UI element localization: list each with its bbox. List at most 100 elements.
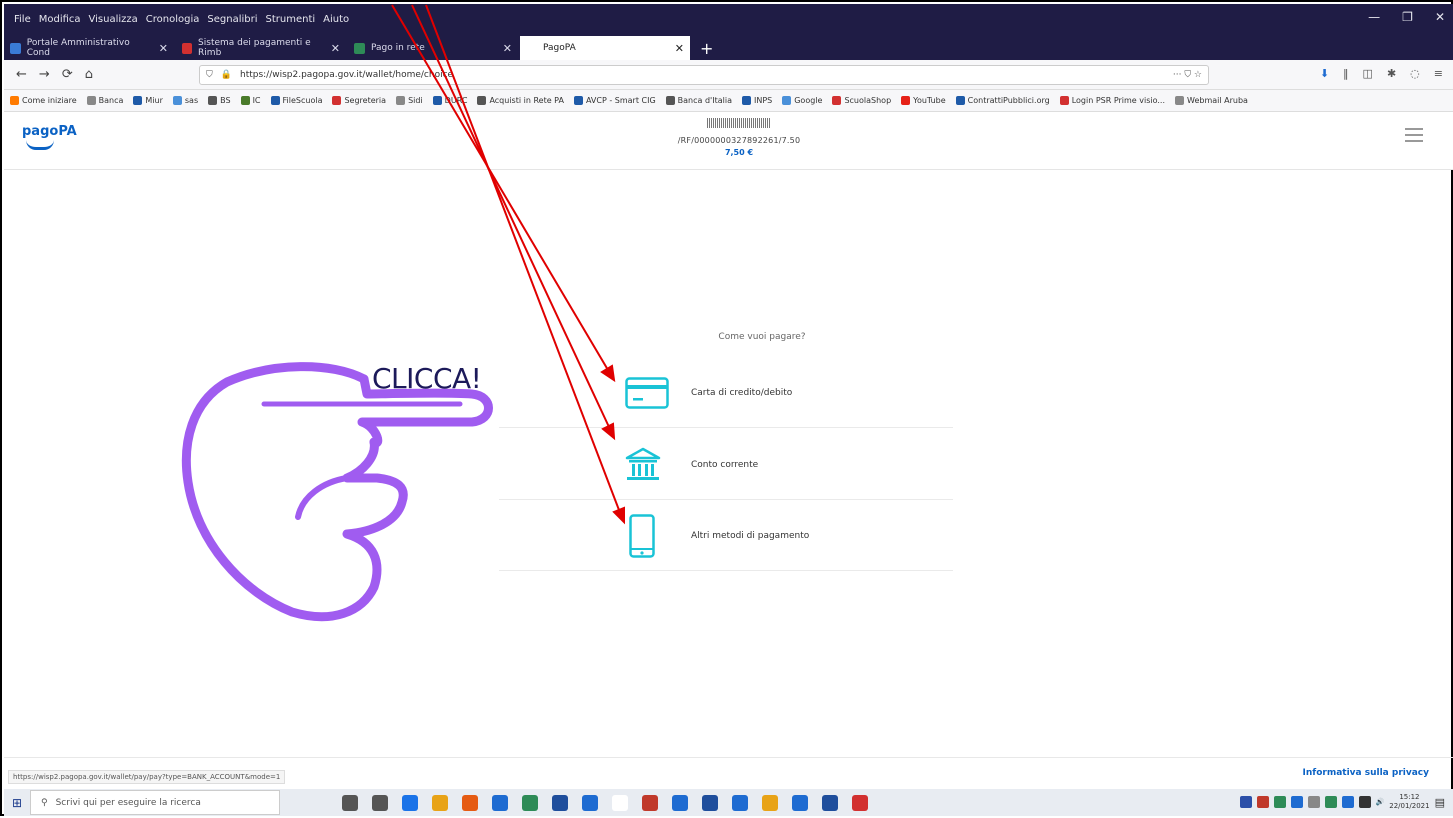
- browser-tab[interactable]: Portale Amministrativo Cond ✕: [4, 36, 174, 60]
- taskbar-app-icon[interactable]: [852, 794, 868, 811]
- browser-tab[interactable]: Sistema dei pagamenti e Rimb ✕: [176, 36, 346, 60]
- hamburger-menu-icon[interactable]: [1405, 128, 1423, 142]
- page-header: pagoPA /RF/0000000327892261/7.50 7,50 €: [4, 112, 1453, 170]
- clock-date: 22/01/2021: [1389, 802, 1430, 810]
- tab-favicon-icon: [526, 42, 537, 54]
- download-icon[interactable]: ⬇: [1320, 67, 1329, 80]
- reload-icon[interactable]: ⟳: [62, 67, 73, 82]
- bookmark-item[interactable]: Banca: [86, 96, 124, 105]
- back-icon[interactable]: ←: [16, 67, 27, 82]
- tab-close-icon[interactable]: ✕: [331, 42, 340, 55]
- taskbar-app-icon[interactable]: [822, 794, 838, 811]
- app-menu-icon[interactable]: ≡: [1434, 67, 1443, 80]
- taskbar-search[interactable]: ⚲ Scrivi qui per eseguire la ricerca: [30, 790, 280, 815]
- method-label: Carta di credito/debito: [691, 387, 793, 398]
- account-icon[interactable]: ◌: [1410, 67, 1420, 80]
- maximize-icon[interactable]: ❐: [1402, 10, 1413, 24]
- menu-item[interactable]: Aiuto: [323, 14, 349, 25]
- bookmark-item[interactable]: Miur: [133, 96, 163, 105]
- credit-card-icon: [625, 376, 669, 409]
- menu-item[interactable]: File: [14, 14, 31, 25]
- volume-icon[interactable]: 🔊: [1376, 798, 1385, 806]
- browser-tab[interactable]: PagoPA ✕: [520, 36, 690, 60]
- bookmark-favicon-icon: [1175, 96, 1184, 105]
- bookmark-item[interactable]: Google: [782, 96, 822, 105]
- bookmark-item[interactable]: AVCP - Smart CIG: [573, 96, 656, 105]
- bookmark-item[interactable]: FileScuola: [270, 96, 322, 105]
- bookmark-item[interactable]: Webmail Aruba: [1175, 96, 1248, 105]
- bookmark-label: Google: [794, 96, 823, 105]
- menu-item[interactable]: Visualizza: [89, 14, 138, 25]
- bookmark-item[interactable]: Sidi: [396, 96, 423, 105]
- tab-close-icon[interactable]: ✕: [159, 42, 168, 55]
- tray-icon[interactable]: [1324, 796, 1337, 808]
- taskbar-app-icon[interactable]: [672, 794, 688, 811]
- footer-divider: [4, 757, 1453, 758]
- taskbar-app-icon[interactable]: [702, 794, 718, 811]
- taskbar-app-icon[interactable]: [402, 794, 418, 811]
- tray-icon[interactable]: [1358, 796, 1371, 808]
- taskbar-app-icon[interactable]: [432, 794, 448, 811]
- bookmark-item[interactable]: Banca d'Italia: [665, 96, 732, 105]
- payment-summary: /RF/0000000327892261/7.50 7,50 €: [644, 118, 834, 157]
- taskbar-app-icon[interactable]: [462, 794, 478, 811]
- browser-tab[interactable]: Pago in rete ✕: [348, 36, 518, 60]
- bookmark-item[interactable]: Segreteria: [332, 96, 386, 105]
- privacy-link[interactable]: Informativa sulla privacy: [1303, 768, 1429, 778]
- taskbar-app-icon[interactable]: [732, 794, 748, 811]
- home-icon[interactable]: ⌂: [85, 67, 93, 82]
- tray-icon[interactable]: [1307, 796, 1320, 808]
- url-actions[interactable]: ··· ⛉ ☆: [1173, 70, 1202, 80]
- taskbar-app-icon[interactable]: [522, 794, 538, 811]
- menu-item[interactable]: Strumenti: [266, 14, 316, 25]
- bookmark-item[interactable]: IC: [240, 96, 261, 105]
- menu-item[interactable]: Modifica: [39, 14, 81, 25]
- sidebar-icon[interactable]: ◫: [1363, 67, 1373, 80]
- bookmark-item[interactable]: YouTube: [901, 96, 946, 105]
- tab-close-icon[interactable]: ✕: [675, 42, 684, 55]
- pagopa-logo[interactable]: pagoPA: [22, 124, 77, 150]
- bookmark-item[interactable]: ContrattiPubblici.org: [955, 96, 1050, 105]
- bookmark-favicon-icon: [86, 96, 96, 105]
- taskbar-app-icon[interactable]: [582, 794, 598, 811]
- tray-icon[interactable]: [1256, 796, 1269, 808]
- taskbar-app-icon[interactable]: [342, 794, 358, 811]
- minimize-icon[interactable]: —: [1368, 10, 1380, 24]
- extension-icon[interactable]: ✱: [1387, 67, 1396, 80]
- taskbar-app-icon[interactable]: [792, 794, 808, 811]
- bookmark-item[interactable]: Acquisti in Rete PA: [477, 96, 564, 105]
- tab-close-icon[interactable]: ✕: [503, 42, 512, 55]
- bookmark-item[interactable]: BS: [208, 96, 231, 105]
- bookmark-item[interactable]: INPS: [741, 96, 772, 105]
- windows-start-icon[interactable]: ⊞: [4, 796, 30, 810]
- taskbar-app-icon[interactable]: [642, 794, 658, 811]
- method-bank-account[interactable]: Conto corrente: [499, 430, 953, 500]
- bookmark-item[interactable]: sas: [172, 96, 198, 105]
- bookmark-item[interactable]: Come iniziare: [10, 96, 77, 105]
- taskbar-app-icon[interactable]: [492, 794, 508, 811]
- close-window-icon[interactable]: ✕: [1435, 10, 1445, 24]
- bookmark-item[interactable]: ScuolaShop: [832, 96, 891, 105]
- tray-icon[interactable]: [1341, 796, 1354, 808]
- method-credit-card[interactable]: Carta di credito/debito: [499, 358, 953, 428]
- bookmark-item[interactable]: DURC: [432, 96, 467, 105]
- method-other[interactable]: Altri metodi di pagamento: [499, 501, 953, 571]
- taskbar-app-icon[interactable]: [762, 794, 778, 811]
- tray-icon[interactable]: [1239, 796, 1252, 808]
- forward-icon[interactable]: →: [39, 67, 50, 82]
- library-icon[interactable]: ‖: [1343, 67, 1349, 80]
- taskbar-app-icon[interactable]: [372, 794, 388, 811]
- notifications-icon[interactable]: ▤: [1435, 796, 1445, 809]
- bookmark-label: Banca: [98, 96, 124, 105]
- taskbar-clock[interactable]: 15:12 22/01/2021: [1389, 793, 1429, 811]
- new-tab-button[interactable]: +: [692, 36, 721, 60]
- menu-item[interactable]: Cronologia: [146, 14, 200, 25]
- url-bar[interactable]: ⛉ 🔒 https://wisp2.pagopa.gov.it/wallet/h…: [199, 65, 1209, 85]
- taskbar-app-icon[interactable]: [612, 794, 628, 811]
- taskbar-app-icon[interactable]: [552, 794, 568, 811]
- tray-icon[interactable]: [1290, 796, 1303, 808]
- menu-item[interactable]: Segnalibri: [207, 14, 257, 25]
- bookmark-favicon-icon: [208, 96, 218, 105]
- tray-icon[interactable]: [1273, 796, 1286, 808]
- bookmark-item[interactable]: Login PSR Prime visio...: [1059, 96, 1165, 105]
